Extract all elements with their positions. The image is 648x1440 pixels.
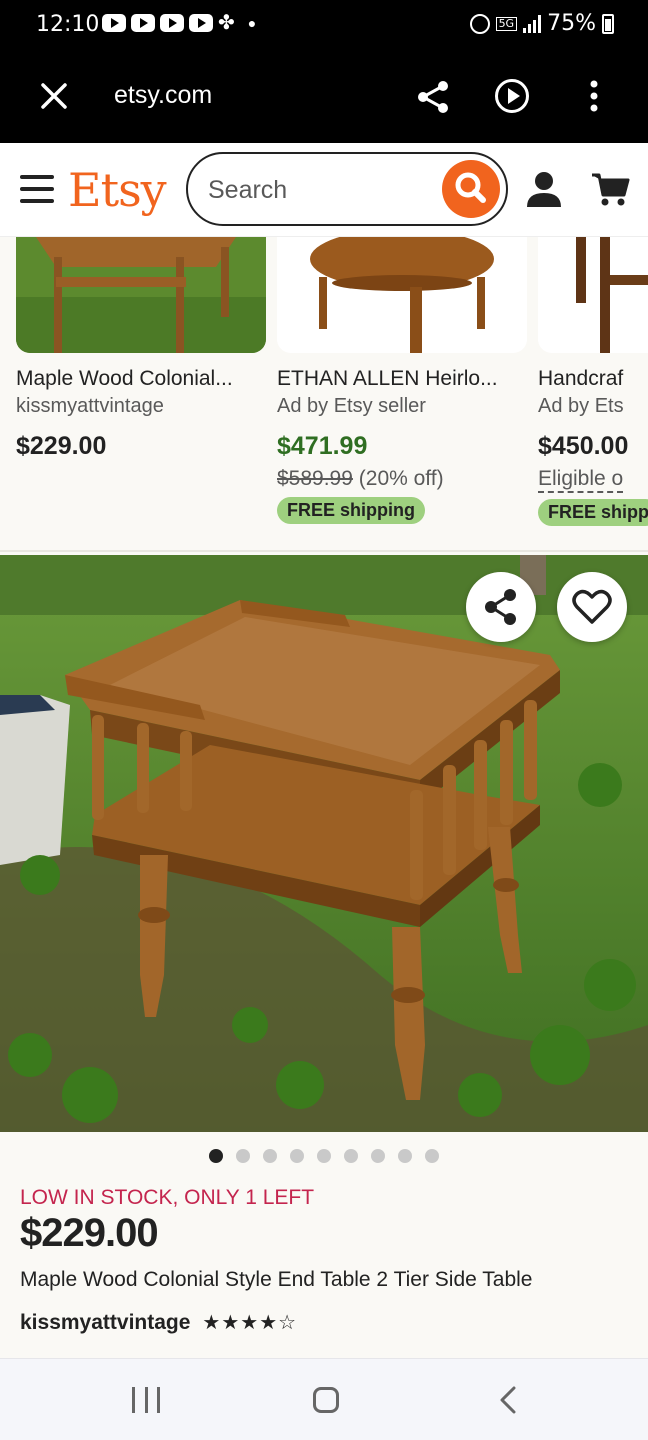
battery-percent: 75%	[547, 11, 596, 36]
related-listing-card[interactable]: ETHAN ALLEN Heirlo... Ad by Etsy seller …	[277, 237, 527, 524]
system-navigation-bar	[0, 1358, 648, 1440]
share-icon	[485, 589, 516, 625]
listing-title: Maple Wood Colonial Style End Table 2 Ti…	[20, 1268, 533, 1291]
signal-icon	[523, 14, 542, 33]
listing-main-image[interactable]	[0, 555, 648, 1132]
favorite-button[interactable]	[557, 572, 627, 642]
pagination-dot[interactable]	[236, 1149, 250, 1163]
pagination-dot[interactable]	[209, 1149, 223, 1163]
divider	[0, 550, 648, 552]
free-shipping-badge: FREE shipp	[538, 499, 648, 526]
close-icon[interactable]	[38, 80, 70, 112]
pagination-dot[interactable]	[344, 1149, 358, 1163]
discount-percent: (20% off)	[358, 467, 444, 490]
alarm-icon	[469, 13, 490, 34]
search-input[interactable]	[208, 172, 428, 208]
youtube-notification-icon	[160, 14, 184, 32]
notification-icons: ✤ ●	[102, 12, 257, 34]
eligible-offer-text: Eligible o	[538, 467, 624, 493]
listing-seller: Ad by Etsy seller	[277, 395, 426, 417]
youtube-notification-icon	[189, 14, 213, 32]
more-vertical-icon[interactable]	[584, 78, 604, 114]
hamburger-icon[interactable]	[20, 175, 54, 203]
status-time: 12:10	[36, 12, 100, 37]
listing-title: Maple Wood Colonial...	[16, 367, 233, 390]
shop-name[interactable]: kissmyattvintage	[20, 1311, 190, 1335]
listing-thumbnail[interactable]	[277, 237, 527, 353]
related-listing-card[interactable]: Handcraf Ad by Ets $450.00 Eligible o FR…	[538, 237, 648, 526]
recent-apps-icon[interactable]	[132, 1387, 160, 1413]
back-icon[interactable]	[496, 1385, 520, 1415]
listing-sale-price: $471.99	[277, 432, 368, 460]
pagination-dot[interactable]	[398, 1149, 412, 1163]
listing-seller: kissmyattvintage	[16, 395, 164, 417]
pagination-dot[interactable]	[425, 1149, 439, 1163]
etsy-logo[interactable]: Etsy	[68, 163, 167, 217]
browser-toolbar: etsy.com	[0, 50, 648, 143]
listing-thumbnail[interactable]	[16, 237, 266, 353]
listing-title: Handcraf	[538, 367, 624, 390]
pagination-dot[interactable]	[371, 1149, 385, 1163]
etsy-header: Etsy	[0, 143, 648, 237]
status-indicators: 5G 75%	[469, 11, 614, 36]
original-price: $589.99	[277, 467, 353, 490]
network-type: 5G	[495, 16, 518, 31]
more-notifications-dot-icon: ●	[247, 15, 257, 31]
share-icon[interactable]	[414, 78, 452, 116]
listing-price: $450.00	[538, 432, 629, 460]
product-photo	[0, 555, 648, 1132]
battery-icon	[602, 13, 614, 34]
stock-notice: LOW IN STOCK, ONLY 1 LEFT	[20, 1186, 315, 1209]
listing-title: ETHAN ALLEN Heirlo...	[277, 367, 498, 390]
home-icon[interactable]	[313, 1387, 339, 1413]
related-listing-card[interactable]: Maple Wood Colonial... kissmyattvintage …	[16, 237, 266, 461]
listing-price: $229.00	[20, 1211, 159, 1255]
share-listing-button[interactable]	[466, 572, 536, 642]
search-icon	[455, 172, 486, 203]
search-button[interactable]	[442, 160, 500, 218]
listing-original-price: $589.99 (20% off)	[277, 467, 527, 491]
shop-info[interactable]: kissmyattvintage ★★★★☆	[20, 1310, 297, 1335]
search-bar[interactable]	[186, 152, 508, 226]
rating-stars: ★★★★☆	[202, 1312, 298, 1334]
pagination-dot[interactable]	[263, 1149, 277, 1163]
listing-thumbnail[interactable]	[538, 237, 648, 353]
play-circle-icon[interactable]	[494, 78, 530, 114]
listing-price: $229.00	[16, 432, 107, 460]
user-icon[interactable]	[524, 169, 564, 209]
cart-icon[interactable]	[590, 171, 630, 207]
youtube-notification-icon	[102, 14, 126, 32]
free-shipping-badge: FREE shipping	[277, 497, 425, 524]
heart-icon	[572, 589, 612, 624]
pagination-dot[interactable]	[290, 1149, 304, 1163]
status-bar: 12:10 ✤ ● 5G 75%	[0, 0, 648, 50]
listing-seller: Ad by Ets	[538, 395, 624, 417]
url-text[interactable]: etsy.com	[114, 81, 212, 110]
related-listings: Maple Wood Colonial... kissmyattvintage …	[0, 237, 648, 553]
pinwheel-notification-icon: ✤	[218, 12, 235, 34]
youtube-notification-icon	[131, 14, 155, 32]
pagination-dot[interactable]	[317, 1149, 331, 1163]
image-pagination	[0, 1149, 648, 1165]
